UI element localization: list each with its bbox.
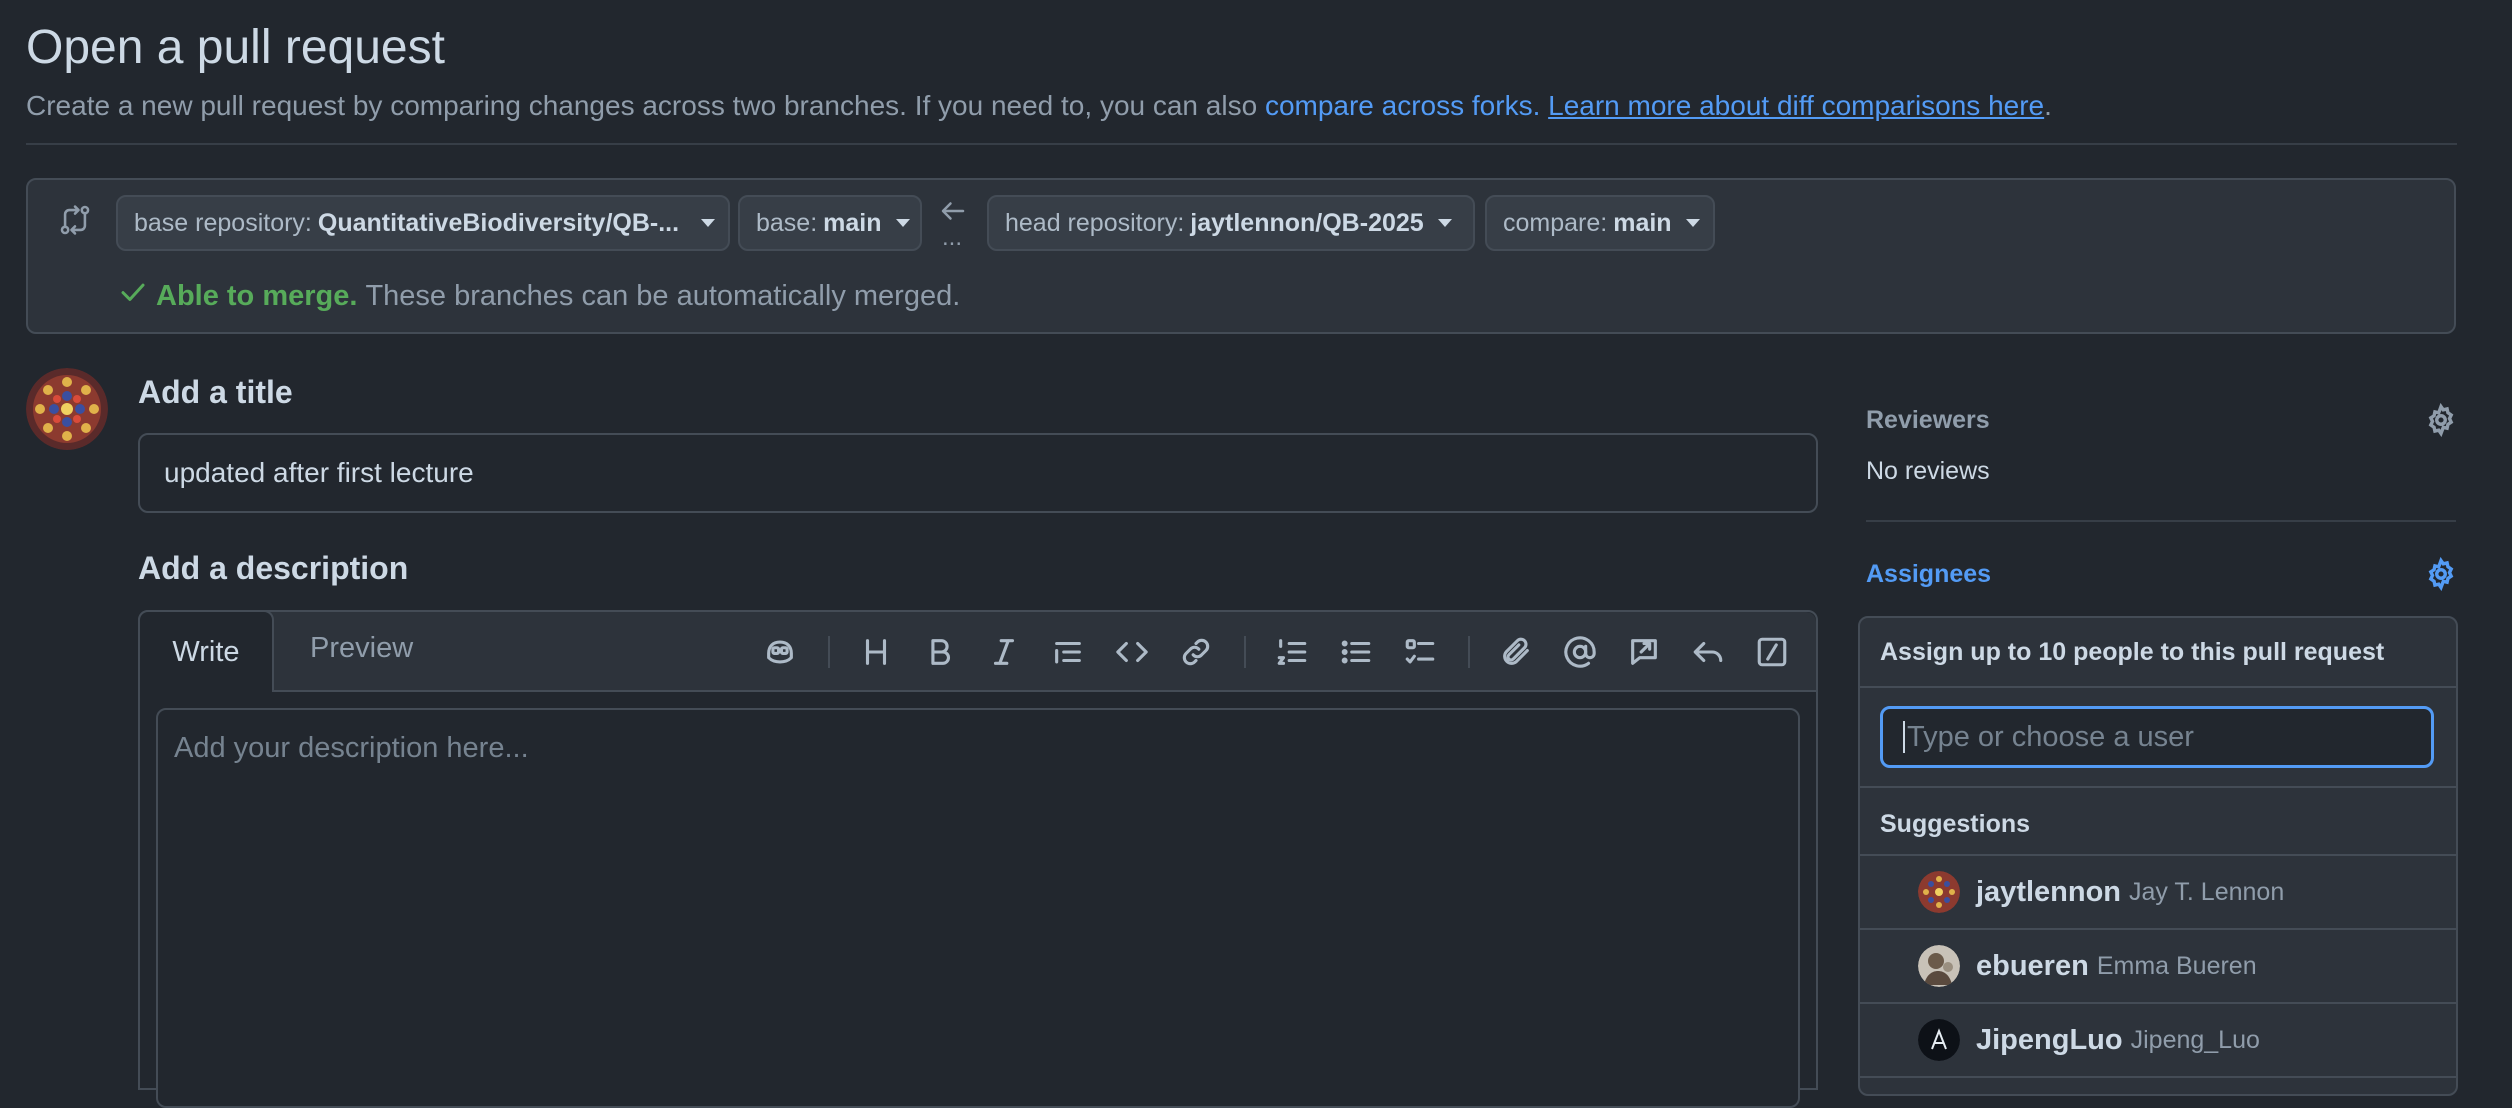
popover-divider [1860, 686, 2456, 688]
compare-across-forks-link[interactable]: compare across forks. [1265, 90, 1540, 121]
avatar [1918, 1019, 1960, 1061]
user-avatar[interactable] [26, 368, 108, 450]
git-compare-icon [58, 203, 92, 242]
suggestion-fullname: Jay T. Lennon [2129, 877, 2285, 906]
learn-more-diff-link[interactable]: Learn more about diff comparisons here [1548, 90, 2044, 121]
quote-icon[interactable] [1048, 632, 1088, 672]
head-repo-value: jaytlennon/QB-2025 [1190, 208, 1424, 237]
assignees-label[interactable]: Assignees [1866, 560, 1991, 589]
text-cursor [1903, 721, 1905, 753]
assign-popover: Assign up to 10 people to this pull requ… [1858, 616, 2458, 1096]
suggestion-fullname: Jipeng_Luo [2130, 1025, 2260, 1054]
merge-status: Able to merge. These branches can be aut… [118, 277, 960, 315]
compare-branch-value: main [1613, 208, 1672, 237]
base-repo-value: QuantitativeBiodiversity/QB-... [317, 208, 680, 237]
page-subtitle: Create a new pull request by comparing c… [26, 90, 2052, 122]
assign-popover-title: Assign up to 10 people to this pull requ… [1880, 638, 2385, 666]
copilot-icon[interactable] [760, 632, 800, 672]
header-divider [26, 143, 2457, 145]
assignees-gear-icon[interactable] [2424, 556, 2458, 596]
compare-branch-label: compare: [1503, 208, 1608, 237]
unordered-list-icon[interactable] [1336, 632, 1376, 672]
avatar [1918, 945, 1960, 987]
reviewers-label[interactable]: Reviewers [1866, 406, 1990, 435]
suggestion-item[interactable]: jaytlennon Jay T. Lennon [1860, 856, 2456, 928]
sidebar-divider [1866, 520, 2456, 522]
suggestions-label: Suggestions [1880, 810, 2031, 838]
compare-branch-select[interactable]: compare: main [1485, 195, 1715, 251]
title-input[interactable]: updated after first lecture [138, 433, 1818, 513]
chevron-down-icon [1437, 219, 1452, 227]
mention-icon[interactable] [1560, 632, 1600, 672]
base-branch-value: main [823, 208, 882, 237]
subtitle-text: Create a new pull request by comparing c… [26, 90, 1265, 121]
base-repo-label: base repository: [134, 208, 312, 237]
user-search-placeholder: Type or choose a user [1907, 720, 2194, 753]
chevron-down-icon [701, 219, 716, 227]
reviewers-value: No reviews [1866, 457, 1990, 485]
avatar [1918, 871, 1960, 913]
base-branch-select[interactable]: base: main [738, 195, 922, 251]
italic-icon[interactable] [984, 632, 1024, 672]
chevron-down-icon [895, 219, 910, 227]
reply-icon[interactable] [1688, 632, 1728, 672]
head-repo-label: head repository: [1005, 208, 1185, 237]
base-repository-select[interactable]: base repository: QuantitativeBiodiversity… [116, 195, 730, 251]
suggestion-item[interactable]: ebueren Emma Bueren [1860, 930, 2456, 1002]
reference-icon[interactable] [1624, 632, 1664, 672]
toolbar-separator [1468, 636, 1470, 668]
head-repository-select[interactable]: head repository: jaytlennon/QB-2025 [987, 195, 1475, 251]
code-icon[interactable] [1112, 632, 1152, 672]
user-search-input[interactable]: Type or choose a user [1880, 706, 2434, 768]
popover-divider [1860, 1076, 2456, 1078]
slash-command-icon[interactable] [1752, 632, 1792, 672]
check-icon [118, 277, 148, 315]
base-branch-label: base: [756, 208, 818, 237]
attach-icon[interactable] [1496, 632, 1536, 672]
reviewers-gear-icon[interactable] [2424, 402, 2458, 442]
description-textarea[interactable]: Add your description here... [156, 708, 1800, 1108]
add-title-heading: Add a title [138, 374, 293, 410]
subtitle-suffix: . [2044, 90, 2052, 121]
suggestion-login: jaytlennon [1976, 875, 2122, 908]
tab-write[interactable]: Write [138, 610, 274, 692]
ordered-list-icon[interactable] [1272, 632, 1312, 672]
suggestion-fullname: Emma Bueren [2096, 951, 2257, 980]
toolbar-separator [828, 636, 830, 668]
page-title: Open a pull request [26, 21, 445, 74]
tab-preview[interactable]: Preview [310, 632, 413, 665]
swap-dots: ... [942, 224, 963, 251]
add-description-heading: Add a description [138, 550, 409, 586]
description-placeholder: Add your description here... [174, 732, 529, 764]
link-icon[interactable] [1176, 632, 1216, 672]
popover-divider [1860, 786, 2456, 788]
description-editor: Write Preview Add your description here.… [138, 610, 1818, 1108]
chevron-down-icon [1685, 219, 1700, 227]
merge-status-detail: These branches can be automatically merg… [365, 279, 961, 312]
heading-icon[interactable] [856, 632, 896, 672]
suggestion-login: ebueren [1976, 949, 2089, 982]
bold-icon[interactable] [920, 632, 960, 672]
task-list-icon[interactable] [1400, 632, 1440, 672]
suggestion-login: JipengLuo [1976, 1023, 2123, 1056]
suggestion-item[interactable]: JipengLuo Jipeng_Luo [1860, 1004, 2456, 1076]
merge-status-label: Able to merge. [156, 279, 358, 312]
toolbar-separator [1244, 636, 1246, 668]
